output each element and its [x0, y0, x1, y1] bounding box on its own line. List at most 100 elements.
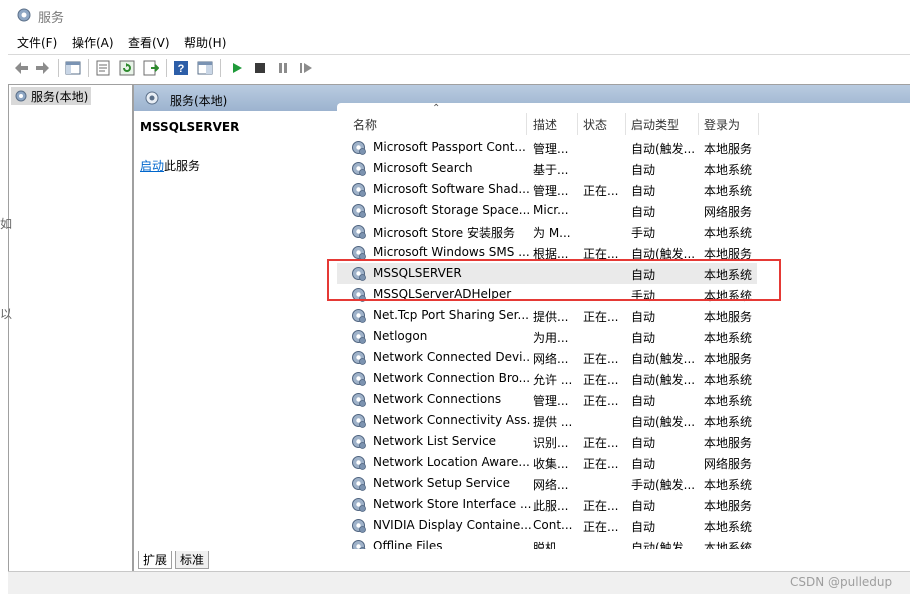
menu-bar: 文件(F) 操作(A) 查看(V) 帮助(H) — [0, 32, 910, 54]
cell-name: NVIDIA Display Containe... — [373, 518, 531, 532]
svg-text:?: ? — [178, 63, 185, 75]
show-tree-icon[interactable] — [64, 59, 82, 77]
table-row[interactable]: Network Connected Devi... 网络... 正在... 自动(触发… — [337, 347, 757, 368]
cell-name: Network List Service — [373, 434, 497, 448]
start-service-suffix: 此服务 — [164, 159, 201, 173]
cell-startup-type: 自动 — [631, 163, 656, 177]
restart-icon[interactable] — [297, 59, 315, 77]
table-row[interactable]: NVIDIA Display Containe... Cont... 正在... 自动… — [337, 515, 757, 536]
cell-description: 允许 ... — [533, 373, 573, 387]
column-header-description[interactable]: 描述 — [533, 116, 557, 133]
stop-icon[interactable] — [251, 59, 269, 77]
cell-name: Microsoft Storage Space... — [373, 203, 531, 217]
tab-extended[interactable]: 扩展 — [138, 551, 173, 569]
cell-name: Network Connectivity Ass... — [373, 413, 531, 427]
cell-description: 管理... — [533, 142, 569, 156]
cell-name: Net.Tcp Port Sharing Ser... — [373, 308, 529, 322]
table-row[interactable]: Microsoft Storage Space... Micr... 自动 网络服务 — [337, 200, 757, 221]
service-gear-icon — [352, 204, 366, 218]
cell-log-on-as: 网络服务 — [704, 205, 753, 219]
table-row[interactable]: Microsoft Passport Cont... 管理... 自动(触发... 本… — [337, 137, 757, 158]
tree-item-label: 服务(本地) — [31, 89, 89, 104]
highlight-annotation — [327, 259, 781, 301]
table-row[interactable]: Offline Files 脱机... 自动(触发... 本地系统 — [337, 536, 757, 549]
menu-view[interactable]: 查看(V) — [126, 34, 172, 51]
table-row[interactable]: Microsoft Search 基于... 自动 本地系统 — [337, 158, 757, 179]
service-gear-icon — [352, 519, 366, 533]
cell-log-on-as: 本地系统 — [704, 394, 753, 408]
table-row[interactable]: Network List Service 识别... 正在... 自动 本地服务 — [337, 431, 757, 452]
cell-name: Network Connections — [373, 392, 502, 406]
cell-description: 管理... — [533, 394, 569, 408]
pause-icon[interactable] — [274, 59, 292, 77]
cell-startup-type: 自动 — [631, 184, 656, 198]
cell-startup-type: 自动 — [631, 457, 656, 471]
service-gear-icon — [352, 372, 366, 386]
table-row[interactable]: Network Connectivity Ass... 提供 ... 自动(触发..… — [337, 410, 757, 431]
export-icon[interactable] — [142, 59, 160, 77]
cell-log-on-as: 本地服务 — [704, 436, 753, 450]
table-row[interactable]: Net.Tcp Port Sharing Ser... 提供... 正在... 自动 本… — [337, 305, 757, 326]
service-gear-icon — [352, 456, 366, 470]
cell-startup-type: 自动 — [631, 520, 656, 534]
cell-startup-type: 自动(触发... — [631, 373, 696, 387]
column-header-startup-type[interactable]: 启动类型 — [631, 116, 679, 133]
tab-standard[interactable]: 标准 — [175, 551, 210, 569]
back-icon[interactable] — [12, 59, 30, 77]
cell-startup-type: 自动(触发... — [631, 142, 696, 156]
cell-description: 提供 ... — [533, 415, 573, 429]
tree-item-services-local[interactable]: 服务(本地) — [11, 87, 92, 105]
help-icon[interactable]: ? — [172, 59, 190, 77]
column-header-status[interactable]: 状态 — [583, 116, 607, 133]
service-gear-icon — [352, 498, 366, 512]
cell-name: Network Setup Service — [373, 476, 511, 490]
service-gear-icon — [352, 330, 366, 344]
cell-log-on-as: 本地系统 — [704, 541, 753, 549]
table-row[interactable]: Microsoft Store 安装服务 为 M... 手动 本地系统 — [337, 221, 757, 242]
selected-service-name: MSSQLSERVER — [140, 120, 240, 134]
cell-log-on-as: 本地服务 — [704, 142, 753, 156]
cell-description: 管理... — [533, 184, 569, 198]
cell-startup-type: 自动 — [631, 499, 656, 513]
cell-name: Microsoft Software Shad... — [373, 182, 530, 196]
cell-log-on-as: 本地服务 — [704, 310, 753, 324]
cell-status: 正在... — [583, 499, 619, 513]
start-service-text: 启动此服务 — [140, 157, 200, 174]
window-title: 服务 — [38, 11, 65, 26]
column-header-name[interactable]: 名称 — [353, 116, 377, 133]
table-row[interactable]: Network Setup Service 网络... 手动(触发... 本地系统 — [337, 473, 757, 494]
cell-status: 正在... — [583, 520, 619, 534]
table-row[interactable]: Microsoft Software Shad... 管理... 正在... 自动 本地… — [337, 179, 757, 200]
pane-title: 服务(本地) — [170, 94, 228, 108]
table-row[interactable]: Network Connections 管理... 正在... 自动 本地系统 — [337, 389, 757, 410]
service-gear-icon — [352, 183, 366, 197]
play-icon[interactable] — [228, 59, 246, 77]
menu-help[interactable]: 帮助(H) — [182, 34, 228, 51]
cell-description: 脱机... — [533, 541, 569, 549]
column-header-log-on-as[interactable]: 登录为 — [704, 116, 740, 133]
cell-name: Netlogon — [373, 329, 428, 343]
cell-log-on-as: 本地系统 — [704, 331, 753, 345]
menu-action[interactable]: 操作(A) — [70, 34, 116, 51]
properties-icon[interactable] — [94, 59, 112, 77]
view-tabs: 扩展 标准 — [134, 549, 910, 571]
cell-startup-type: 手动 — [631, 226, 656, 240]
table-row[interactable]: Network Location Aware... 收集... 正在... 自动 网络服… — [337, 452, 757, 473]
cell-name: Offline Files — [373, 539, 443, 549]
console-icon[interactable] — [196, 59, 214, 77]
services-list: ⌃ 名称 描述 状态 启动类型 登录为 Microsoft Passport C… — [337, 103, 910, 549]
table-row[interactable]: Network Connection Bro... 允许 ... 正在... 自动(触… — [337, 368, 757, 389]
table-row[interactable]: Netlogon 为用... 自动 本地系统 — [337, 326, 757, 347]
cell-description: 此服... — [533, 499, 569, 513]
cell-log-on-as: 本地服务 — [704, 499, 753, 513]
cell-description: Micr... — [533, 203, 569, 217]
refresh-icon[interactable] — [118, 59, 136, 77]
forward-icon[interactable] — [34, 59, 52, 77]
cell-status: 正在... — [583, 310, 619, 324]
table-row[interactable]: Network Store Interface ... 此服... 正在... 自动 本… — [337, 494, 757, 515]
cell-startup-type: 自动(触发... — [631, 352, 696, 366]
start-service-link[interactable]: 启动 — [140, 159, 164, 173]
services-gear-icon — [15, 90, 27, 102]
cell-startup-type: 自动(触发... — [631, 541, 696, 549]
menu-file[interactable]: 文件(F) — [15, 34, 59, 51]
